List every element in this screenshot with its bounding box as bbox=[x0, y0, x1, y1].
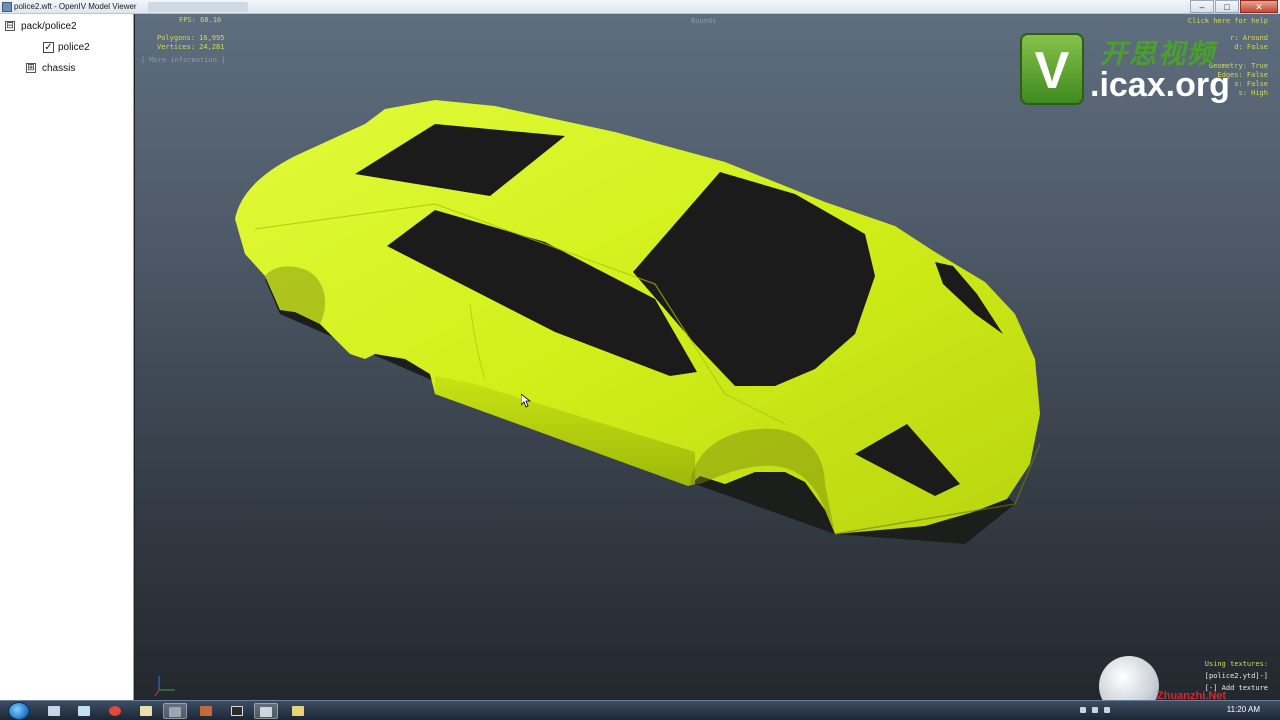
window-title: police2.wft - OpenIV Model Viewer bbox=[14, 2, 137, 11]
help-link[interactable]: Click here for help bbox=[1188, 17, 1268, 25]
background-window-title bbox=[148, 2, 248, 12]
render-option-2[interactable]: d: False bbox=[1234, 43, 1268, 51]
taskbar-settings-icon[interactable] bbox=[163, 703, 187, 719]
more-information-link[interactable]: [ More information ] bbox=[141, 56, 225, 64]
taskbar-winrar-icon[interactable] bbox=[194, 703, 218, 719]
start-button[interactable] bbox=[8, 702, 30, 720]
close-button[interactable]: ✕ bbox=[1240, 0, 1278, 13]
tree-root-row[interactable]: ⊟ pack/police2 bbox=[5, 19, 77, 33]
bounds-toggle[interactable]: Bounds bbox=[691, 17, 716, 25]
model-viewport[interactable]: FPS: 68.10 Polygons: 16,995 Vertices: 24… bbox=[135, 14, 1280, 700]
maximize-button[interactable]: □ bbox=[1215, 0, 1239, 13]
vertices-readout: Vertices: 24,281 bbox=[157, 43, 225, 51]
system-tray bbox=[1080, 707, 1110, 713]
app-icon bbox=[2, 2, 12, 12]
render-option-5[interactable]: s: False bbox=[1234, 80, 1268, 88]
tray-network-icon[interactable] bbox=[1092, 707, 1098, 713]
tree-item-label: police2 bbox=[58, 41, 90, 53]
tree-item-police2[interactable]: ✓ police2 bbox=[43, 40, 90, 54]
taskbar-chrome-icon[interactable] bbox=[103, 703, 127, 719]
taskbar-explorer-icon[interactable] bbox=[42, 703, 66, 719]
corner-watermark: Zhuanzhi.Net bbox=[1157, 690, 1227, 700]
expand-icon[interactable]: ⊞ bbox=[26, 63, 36, 73]
visibility-checkbox[interactable]: ✓ bbox=[43, 41, 54, 53]
taskbar-notepad-icon[interactable] bbox=[72, 703, 96, 719]
taskbar-folder-icon[interactable] bbox=[134, 703, 158, 719]
axis-gizmo-icon bbox=[154, 676, 175, 697]
model-tree-panel: ⊟ pack/police2 ✓ police2 ⊞ chassis bbox=[0, 14, 134, 700]
render-option-1[interactable]: r: Around bbox=[1230, 34, 1268, 42]
render-option-quality[interactable]: s: High bbox=[1238, 89, 1268, 97]
window-controls: – □ ✕ bbox=[1189, 0, 1278, 13]
watermark-logo: V bbox=[1020, 33, 1084, 105]
using-textures-label: Using textures: bbox=[1204, 660, 1268, 668]
tray-volume-icon[interactable] bbox=[1104, 707, 1110, 713]
texture-dictionary-item[interactable]: [police2.ytd]-] bbox=[1205, 672, 1268, 680]
tree-item-chassis[interactable]: ⊞ chassis bbox=[26, 61, 75, 75]
tree-root-label: pack/police2 bbox=[21, 20, 77, 32]
tray-arrow-icon[interactable] bbox=[1080, 707, 1086, 713]
watermark-url: .icax.org bbox=[1090, 66, 1230, 104]
title-bar: police2.wft - OpenIV Model Viewer – □ ✕ bbox=[0, 0, 1280, 14]
taskbar-files-icon[interactable] bbox=[286, 703, 310, 719]
taskbar: 11:20 AM bbox=[0, 700, 1280, 720]
taskbar-clock[interactable]: 11:20 AM bbox=[1227, 705, 1260, 714]
tree-item-label: chassis bbox=[42, 62, 76, 74]
mouse-cursor-icon bbox=[521, 394, 531, 408]
polygons-readout: Polygons: 16,995 bbox=[157, 34, 225, 42]
taskbar-terminal-icon[interactable] bbox=[225, 703, 249, 719]
collapse-icon[interactable]: ⊟ bbox=[5, 21, 15, 31]
minimize-button[interactable]: – bbox=[1190, 0, 1214, 13]
fps-readout: FPS: 68.10 bbox=[179, 16, 222, 24]
car-model[interactable] bbox=[135, 14, 1280, 700]
taskbar-openiv-icon[interactable] bbox=[254, 703, 278, 719]
